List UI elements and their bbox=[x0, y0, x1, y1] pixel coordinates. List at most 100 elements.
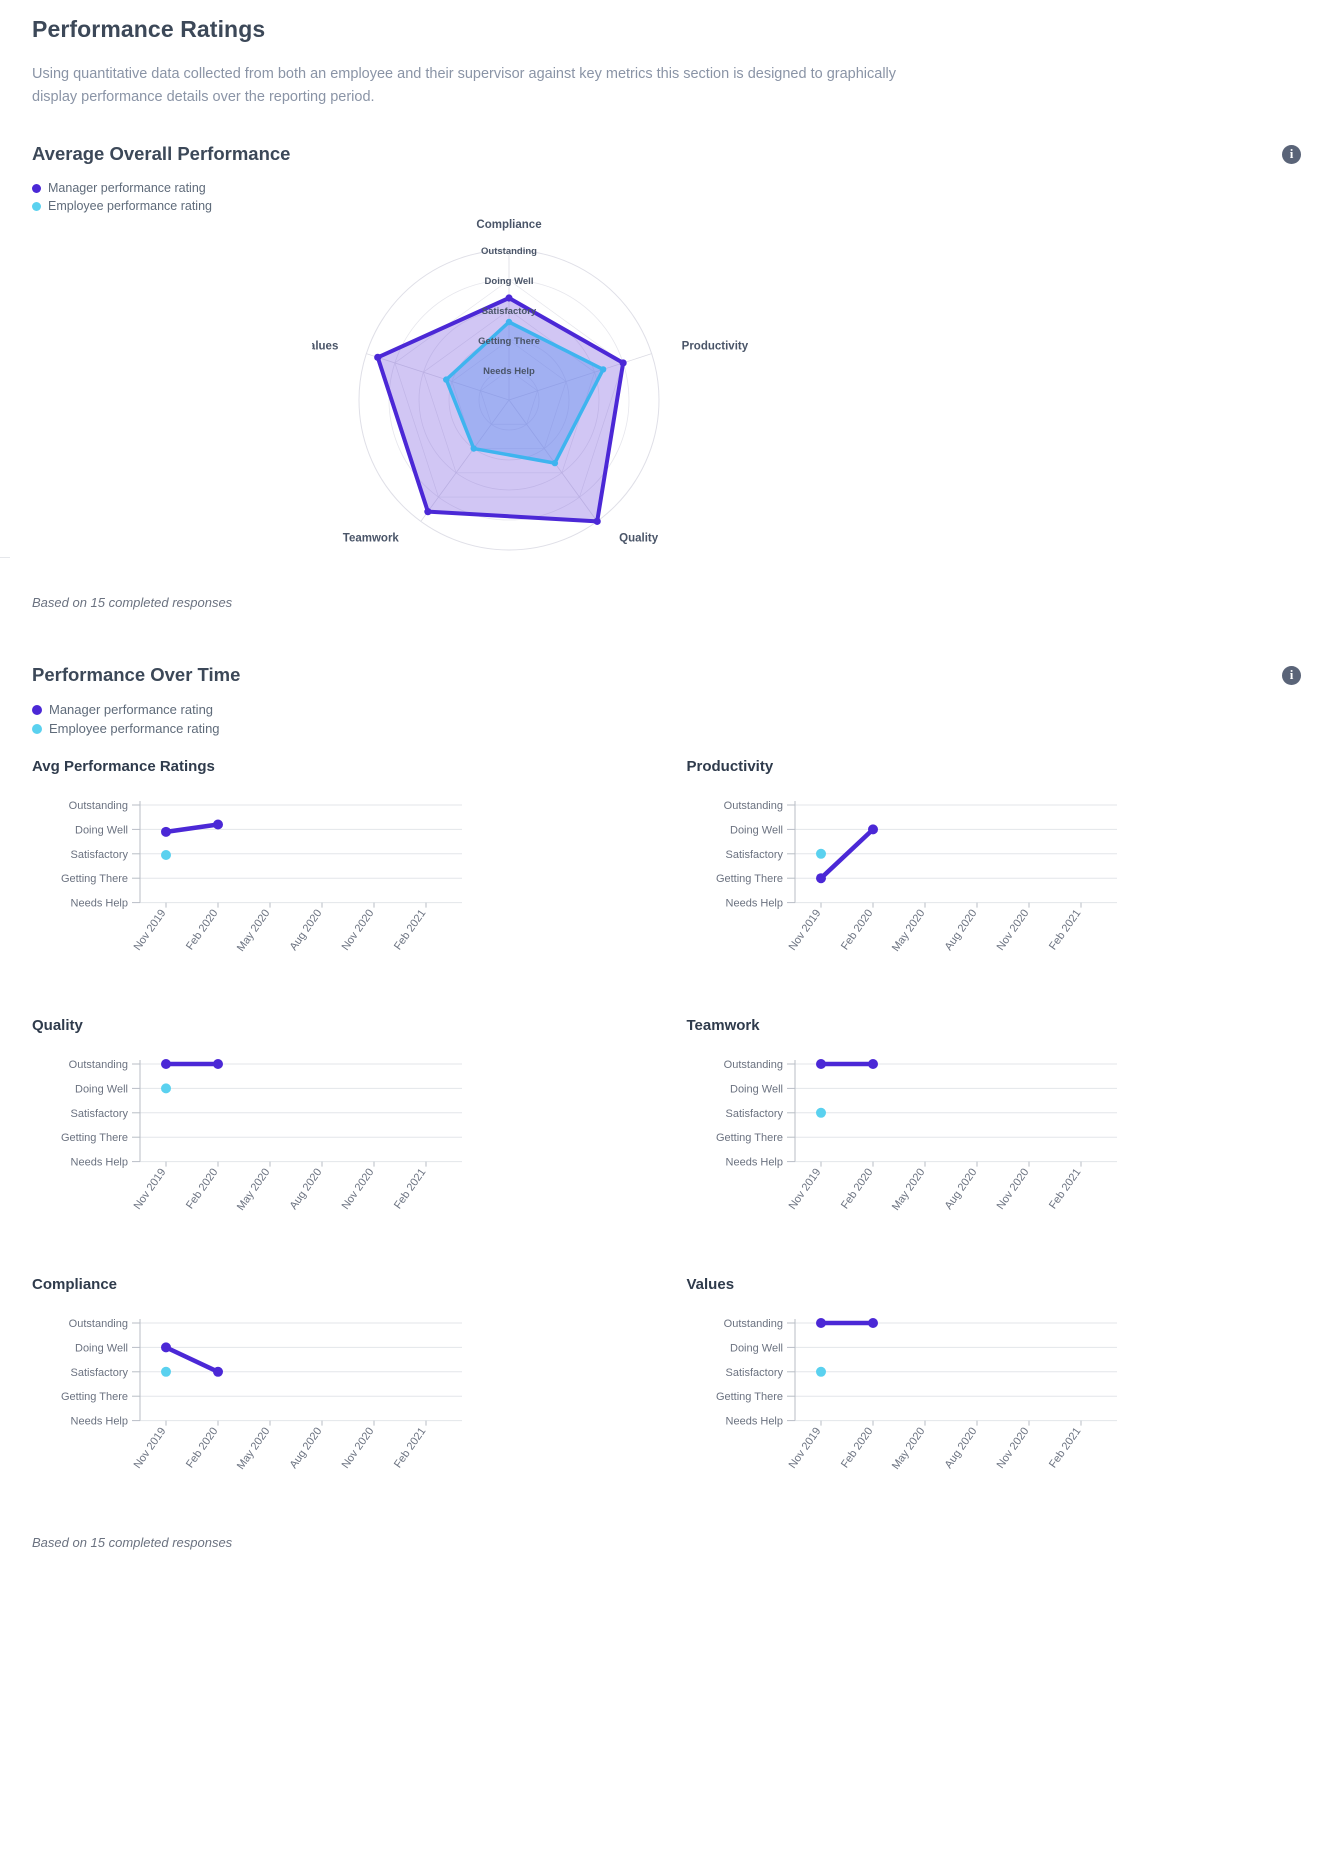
x-axis-tick-label: Feb 2021 bbox=[392, 907, 428, 952]
data-point[interactable] bbox=[867, 1318, 878, 1328]
x-axis-tick-label: May 2020 bbox=[889, 1166, 927, 1212]
data-point[interactable] bbox=[161, 1366, 171, 1377]
legend-dot-manager bbox=[32, 183, 41, 193]
data-point[interactable] bbox=[213, 1059, 223, 1069]
x-axis-tick-label: Nov 2020 bbox=[340, 1166, 377, 1211]
y-axis-tick-label: Doing Well bbox=[730, 824, 783, 836]
y-axis-tick-label: Needs Help bbox=[71, 898, 128, 910]
x-axis-tick-label: May 2020 bbox=[889, 1425, 927, 1471]
data-point[interactable] bbox=[815, 1059, 826, 1069]
overall-section-title: Average Overall Performance bbox=[32, 143, 291, 164]
y-axis-tick-label: Getting There bbox=[715, 1391, 782, 1403]
y-axis-tick-label: Needs Help bbox=[71, 1157, 128, 1169]
x-axis-tick-label: Nov 2019 bbox=[132, 907, 169, 952]
x-axis-tick-label: Aug 2020 bbox=[942, 1425, 979, 1470]
y-axis-tick-label: Needs Help bbox=[725, 1157, 782, 1169]
line-chart-title: Avg Performance Ratings bbox=[32, 758, 215, 775]
x-axis-tick-label: May 2020 bbox=[889, 907, 927, 953]
line-chart[interactable]: Needs Help Getting There Satisfactory Doing… bbox=[32, 787, 462, 987]
radar-ring-label: Needs Help bbox=[483, 366, 535, 377]
legend-dot-manager bbox=[32, 704, 42, 715]
line-chart-title: Values bbox=[686, 1276, 735, 1293]
x-axis-tick-label: Feb 2020 bbox=[184, 1425, 220, 1470]
data-point[interactable] bbox=[867, 824, 878, 835]
overall-caption: Based on 15 completed responses bbox=[32, 595, 233, 610]
y-axis-tick-label: Needs Help bbox=[71, 1416, 128, 1428]
y-axis-tick-label: Doing Well bbox=[730, 1083, 783, 1095]
y-axis-tick-label: Satisfactory bbox=[71, 849, 129, 861]
data-point[interactable] bbox=[815, 1107, 826, 1118]
radar-chart[interactable]: Outstanding Doing Well Satisfactory Getting… bbox=[312, 217, 752, 577]
y-axis-tick-label: Outstanding bbox=[723, 1318, 782, 1330]
line-chart[interactable]: Needs Help Getting There Satisfactory Doing… bbox=[32, 1046, 462, 1246]
legend-item-manager[interactable]: Manager performance rating bbox=[32, 702, 1311, 717]
x-axis-tick-label: Nov 2019 bbox=[786, 1166, 823, 1211]
data-point[interactable] bbox=[815, 848, 826, 859]
data-point[interactable] bbox=[161, 826, 171, 837]
radar-ring-label: Getting There bbox=[478, 336, 540, 347]
y-axis-tick-label: Satisfactory bbox=[725, 1367, 783, 1379]
y-axis-tick-label: Satisfactory bbox=[71, 1367, 129, 1379]
over-time-legend: Manager performance rating Employee perf… bbox=[32, 702, 1311, 736]
overall-section-header: Average Overall Performance i bbox=[32, 143, 1311, 165]
line-chart[interactable]: Needs Help Getting There Satisfactory Doing… bbox=[687, 787, 1117, 987]
y-axis-tick-label: Getting There bbox=[61, 1391, 128, 1403]
radar-ring-label: Doing Well bbox=[485, 276, 534, 287]
info-icon[interactable]: i bbox=[1282, 665, 1301, 685]
x-axis-tick-label: Feb 2021 bbox=[1046, 1425, 1082, 1470]
line-chart[interactable]: Needs Help Getting There Satisfactory Doing… bbox=[687, 1046, 1117, 1246]
data-point[interactable] bbox=[815, 1318, 826, 1328]
x-axis-tick-label: Feb 2021 bbox=[392, 1166, 428, 1211]
y-axis-tick-label: Outstanding bbox=[69, 1059, 128, 1071]
data-point[interactable] bbox=[161, 1083, 171, 1094]
x-axis-tick-label: Nov 2019 bbox=[132, 1166, 169, 1211]
data-point[interactable] bbox=[161, 1059, 171, 1069]
data-point[interactable] bbox=[213, 1366, 223, 1377]
x-axis-tick-label: Feb 2020 bbox=[184, 1166, 220, 1211]
y-axis-tick-label: Outstanding bbox=[69, 800, 128, 812]
x-axis-tick-label: May 2020 bbox=[235, 1166, 273, 1212]
x-axis-tick-label: Feb 2020 bbox=[838, 1425, 874, 1470]
over-time-caption: Based on 15 completed responses bbox=[32, 1535, 233, 1550]
x-axis-tick-label: Feb 2021 bbox=[1046, 1166, 1082, 1211]
x-axis-tick-label: Nov 2020 bbox=[994, 1425, 1031, 1470]
x-axis-tick-label: Feb 2020 bbox=[838, 907, 874, 952]
data-point[interactable] bbox=[161, 1342, 171, 1353]
line-chart-cell: Avg Performance Ratings Needs Help Getting… bbox=[32, 740, 657, 987]
y-axis-tick-label: Getting There bbox=[715, 1132, 782, 1144]
legend-item-manager[interactable]: Manager performance rating bbox=[32, 181, 1311, 195]
x-axis-tick-label: Nov 2020 bbox=[340, 1425, 377, 1470]
x-axis-tick-label: Nov 2020 bbox=[994, 1166, 1031, 1211]
line-chart-title: Teamwork bbox=[686, 1017, 760, 1034]
data-point[interactable] bbox=[161, 850, 171, 861]
x-axis-tick-label: Aug 2020 bbox=[942, 907, 979, 952]
legend-dot-employee bbox=[32, 723, 42, 734]
radar-axis-label: Quality bbox=[619, 532, 659, 544]
data-point[interactable] bbox=[867, 1059, 878, 1069]
x-axis-tick-label: Feb 2021 bbox=[392, 1425, 428, 1470]
legend-dot-employee bbox=[32, 201, 41, 211]
legend-label-manager: Manager performance rating bbox=[49, 702, 214, 717]
x-axis-tick-label: Aug 2020 bbox=[288, 907, 325, 952]
line-chart[interactable]: Needs Help Getting There Satisfactory Doing… bbox=[32, 1305, 462, 1505]
line-chart-cell: Quality Needs Help Getting There Satisfacto… bbox=[32, 999, 657, 1246]
legend-item-employee[interactable]: Employee performance rating bbox=[32, 199, 1311, 213]
data-point[interactable] bbox=[815, 1366, 826, 1377]
y-axis-tick-label: Getting There bbox=[61, 873, 128, 885]
line-chart[interactable]: Needs Help Getting There Satisfactory Doing… bbox=[687, 1305, 1117, 1505]
performance-ratings-page: Performance Ratings Using quantitative d… bbox=[0, 16, 1343, 1582]
info-icon[interactable]: i bbox=[1282, 144, 1301, 164]
x-axis-tick-label: May 2020 bbox=[235, 1425, 273, 1471]
left-divider-stub bbox=[0, 557, 10, 558]
legend-item-employee[interactable]: Employee performance rating bbox=[32, 721, 1311, 736]
radar-axis-label: Teamwork bbox=[343, 532, 400, 544]
legend-label-employee: Employee performance rating bbox=[49, 721, 220, 736]
over-time-section-header: Performance Over Time i bbox=[32, 664, 1311, 686]
x-axis-tick-label: Aug 2020 bbox=[288, 1425, 325, 1470]
y-axis-tick-label: Satisfactory bbox=[71, 1108, 129, 1120]
data-point[interactable] bbox=[815, 873, 826, 884]
y-axis-tick-label: Needs Help bbox=[725, 1416, 782, 1428]
data-point[interactable] bbox=[213, 819, 223, 830]
y-axis-tick-label: Needs Help bbox=[725, 898, 782, 910]
y-axis-tick-label: Doing Well bbox=[730, 1342, 783, 1354]
